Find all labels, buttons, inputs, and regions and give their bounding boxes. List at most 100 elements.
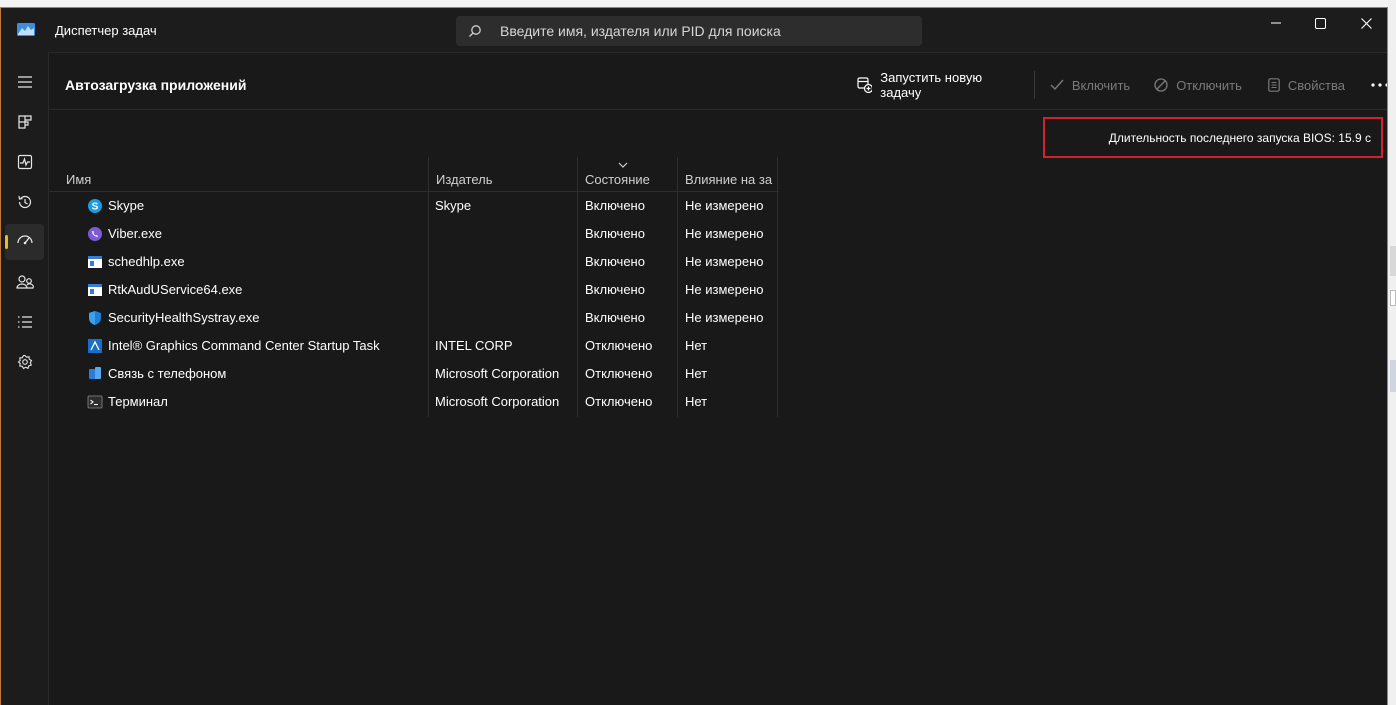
column-header-publisher[interactable]: Издатель [429, 157, 579, 191]
nav-services[interactable] [5, 344, 44, 380]
performance-icon [17, 154, 32, 170]
toolbar: Запустить новую задачу Включить Отключит… [857, 70, 1387, 100]
processes-icon [17, 115, 32, 129]
cell-status: Включено [585, 198, 645, 213]
cell-name: schedhlp.exe [108, 254, 185, 269]
table-row[interactable]: SecurityHealthSystray.exe Включено Не из… [49, 304, 779, 332]
details-icon [17, 316, 32, 328]
navigation-sidebar [1, 52, 48, 705]
disable-icon [1154, 78, 1168, 92]
hamburger-menu-icon [17, 76, 32, 88]
task-manager-window: Диспетчер задач Введите имя, издателя ил… [0, 7, 1388, 705]
nav-performance[interactable] [5, 144, 44, 180]
cell-status: Отключено [585, 366, 653, 381]
cell-name: Skype [108, 198, 145, 213]
cell-impact: Не измерено [685, 198, 764, 213]
cell-publisher: Microsoft Corporation [435, 394, 560, 409]
table-row[interactable]: Связь с телефоном Microsoft Corporation … [49, 360, 779, 388]
startup-apps-page: Автозагрузка приложений Запустить новую … [48, 52, 1387, 705]
cell-name: SecurityHealthSystray.exe [108, 310, 260, 325]
viber-icon [88, 227, 102, 241]
cell-status: Включено [585, 282, 645, 297]
cell-status: Включено [585, 310, 645, 325]
cell-impact: Нет [685, 338, 708, 353]
users-icon [15, 275, 34, 289]
table-row[interactable]: Intel® Graphics Command Center Startup T… [49, 332, 779, 360]
app-history-icon [17, 195, 31, 209]
cell-name: Связь с телефоном [108, 366, 227, 381]
run-new-task-label: Запустить новую задачу [880, 70, 983, 100]
run-new-task-button[interactable]: Запустить новую задачу [857, 70, 1020, 100]
table-row[interactable]: Viber.exe Включено Не измерено [49, 220, 779, 248]
nav-app-history[interactable] [5, 184, 44, 220]
disable-label: Отключить [1176, 77, 1242, 93]
startup-apps-table: Имя Издатель Состояние Влияние на за S S… [49, 157, 779, 417]
cell-impact: Не измерено [685, 254, 764, 269]
bios-last-boot-time: Длительность последнего запуска BIOS: 15… [1043, 117, 1383, 158]
cell-impact: Не измерено [685, 310, 764, 325]
maximize-icon [1314, 17, 1326, 29]
startup-apps-icon [16, 235, 33, 245]
app-window-icon [88, 284, 102, 296]
page-title: Автозагрузка приложений [65, 77, 247, 93]
app-window-icon [88, 256, 102, 268]
app-title: Диспетчер задач [55, 23, 157, 38]
enable-label: Включить [1071, 77, 1131, 93]
cell-publisher: Microsoft Corporation [435, 366, 560, 381]
cell-impact: Нет [685, 366, 708, 381]
close-button[interactable] [1343, 8, 1387, 38]
cell-status: Отключено [585, 338, 653, 353]
nav-startup-apps[interactable] [5, 224, 44, 260]
nav-details[interactable] [5, 304, 44, 340]
properties-button[interactable]: Свойства [1268, 78, 1345, 93]
cell-status: Включено [585, 254, 645, 269]
title-bar: Диспетчер задач [1, 8, 1387, 52]
terminal-icon [87, 395, 103, 409]
search-input[interactable] [500, 16, 910, 46]
properties-label: Свойства [1287, 77, 1345, 93]
task-manager-app-icon [17, 23, 35, 36]
intel-graphics-icon [88, 339, 102, 353]
sort-descending-icon [618, 162, 628, 168]
cell-status: Включено [585, 226, 645, 241]
column-header-name[interactable]: Имя [59, 157, 429, 191]
column-header-impact[interactable]: Влияние на за [678, 157, 774, 191]
cell-name: RtkAudUService64.exe [108, 282, 243, 297]
minimize-button[interactable] [1253, 8, 1299, 38]
services-icon [17, 354, 32, 370]
disable-button[interactable]: Отключить [1154, 78, 1242, 93]
more-options-button[interactable] [1371, 83, 1387, 87]
maximize-button[interactable] [1297, 8, 1343, 38]
background-window-edge [1388, 0, 1396, 705]
table-row[interactable]: RtkAudUService64.exe Включено Не измерен… [49, 276, 779, 304]
close-icon [1360, 17, 1372, 29]
search-box[interactable] [456, 16, 922, 46]
cell-name: Терминал [108, 394, 168, 409]
cell-publisher: Skype [435, 198, 472, 213]
cell-status: Отключено [585, 394, 653, 409]
table-row[interactable]: S Skype Skype Включено Не измерено [49, 192, 779, 220]
table-row[interactable]: schedhlp.exe Включено Не измерено [49, 248, 779, 276]
run-new-task-icon [857, 77, 873, 93]
cell-impact: Нет [685, 394, 708, 409]
checkmark-icon [1050, 79, 1064, 91]
properties-icon [1268, 78, 1280, 92]
column-header-status[interactable]: Состояние [578, 157, 678, 191]
skype-icon: S [88, 199, 102, 213]
cell-publisher: INTEL CORP [435, 338, 513, 353]
phone-link-icon [89, 367, 101, 379]
cell-impact: Не измерено [685, 282, 764, 297]
cell-impact: Не измерено [685, 226, 764, 241]
more-options-icon [1371, 83, 1387, 87]
nav-processes[interactable] [5, 104, 44, 140]
enable-button[interactable]: Включить [1050, 78, 1130, 93]
table-row[interactable]: Терминал Microsoft Corporation Отключено… [49, 388, 779, 416]
security-shield-icon [89, 311, 101, 325]
minimize-icon [1271, 22, 1281, 24]
table-header: Имя Издатель Состояние Влияние на за [49, 157, 779, 192]
nav-users[interactable] [5, 264, 44, 300]
nav-menu-toggle[interactable] [5, 64, 44, 100]
cell-name: Viber.exe [108, 226, 162, 241]
search-icon [469, 25, 481, 37]
cell-name: Intel® Graphics Command Center Startup T… [108, 338, 380, 353]
